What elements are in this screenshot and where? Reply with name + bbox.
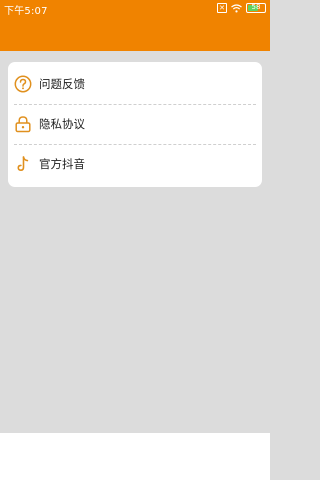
bottom-area xyxy=(0,433,270,480)
menu-item-feedback[interactable]: 问题反馈 xyxy=(8,64,262,104)
menu-item-label: 问题反馈 xyxy=(39,77,85,91)
battery-icon: 58 xyxy=(246,3,266,13)
lock-icon xyxy=(15,116,31,133)
wifi-icon xyxy=(231,3,242,12)
status-icons: ✕ 58 xyxy=(217,2,266,14)
battery-level: 58 xyxy=(251,3,261,11)
menu-item-douyin[interactable]: 官方抖音 xyxy=(8,144,262,184)
settings-card: 问题反馈 隐私协议 官方抖音 xyxy=(8,62,262,187)
status-bar: 下午5:07 ✕ 58 xyxy=(0,0,270,17)
menu-item-privacy[interactable]: 隐私协议 xyxy=(8,104,262,144)
menu-item-label: 隐私协议 xyxy=(39,117,85,131)
menu-item-label: 官方抖音 xyxy=(39,157,85,171)
header-bar: 下午5:07 ✕ 58 xyxy=(0,0,270,51)
sim-x-icon: ✕ xyxy=(217,3,227,13)
tiktok-icon xyxy=(17,156,29,172)
question-circle-icon xyxy=(14,75,32,93)
status-time: 下午5:07 xyxy=(4,6,48,17)
